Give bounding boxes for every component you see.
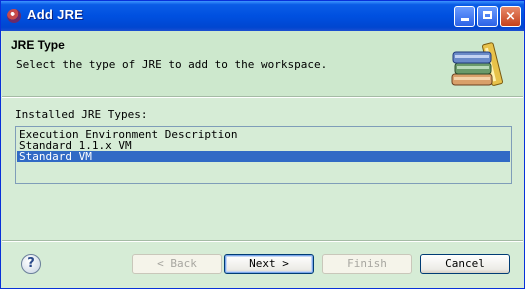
maximize-icon xyxy=(483,11,492,19)
minimize-icon xyxy=(460,18,469,21)
header-separator-highlight xyxy=(2,97,523,98)
eclipse-icon xyxy=(7,9,21,23)
close-icon: × xyxy=(505,9,516,24)
wizard-header: JRE Type Select the type of JRE to add t… xyxy=(2,31,523,96)
window-title: Add JRE xyxy=(27,7,84,22)
add-jre-dialog: Add JRE × JRE Type Select the type of JR… xyxy=(0,0,525,289)
page-description: Select the type of JRE to add to the wor… xyxy=(16,58,328,71)
maximize-button[interactable] xyxy=(477,6,498,27)
close-button[interactable]: × xyxy=(500,6,521,27)
cancel-button[interactable]: Cancel xyxy=(420,254,510,274)
minimize-button[interactable] xyxy=(454,6,475,27)
jre-types-list[interactable]: Execution Environment Description Standa… xyxy=(15,126,512,184)
list-item-selected[interactable]: Standard VM xyxy=(17,151,510,162)
back-button[interactable]: < Back xyxy=(132,254,222,274)
page-title: JRE Type xyxy=(11,38,65,52)
next-button[interactable]: Next > xyxy=(224,254,314,274)
footer-separator-highlight xyxy=(2,241,523,242)
title-bar[interactable]: Add JRE × xyxy=(1,1,524,31)
help-icon[interactable]: ? xyxy=(21,254,41,274)
finish-button[interactable]: Finish xyxy=(322,254,412,274)
books-icon xyxy=(451,42,504,86)
installed-jre-types-label: Installed JRE Types: xyxy=(15,108,148,121)
